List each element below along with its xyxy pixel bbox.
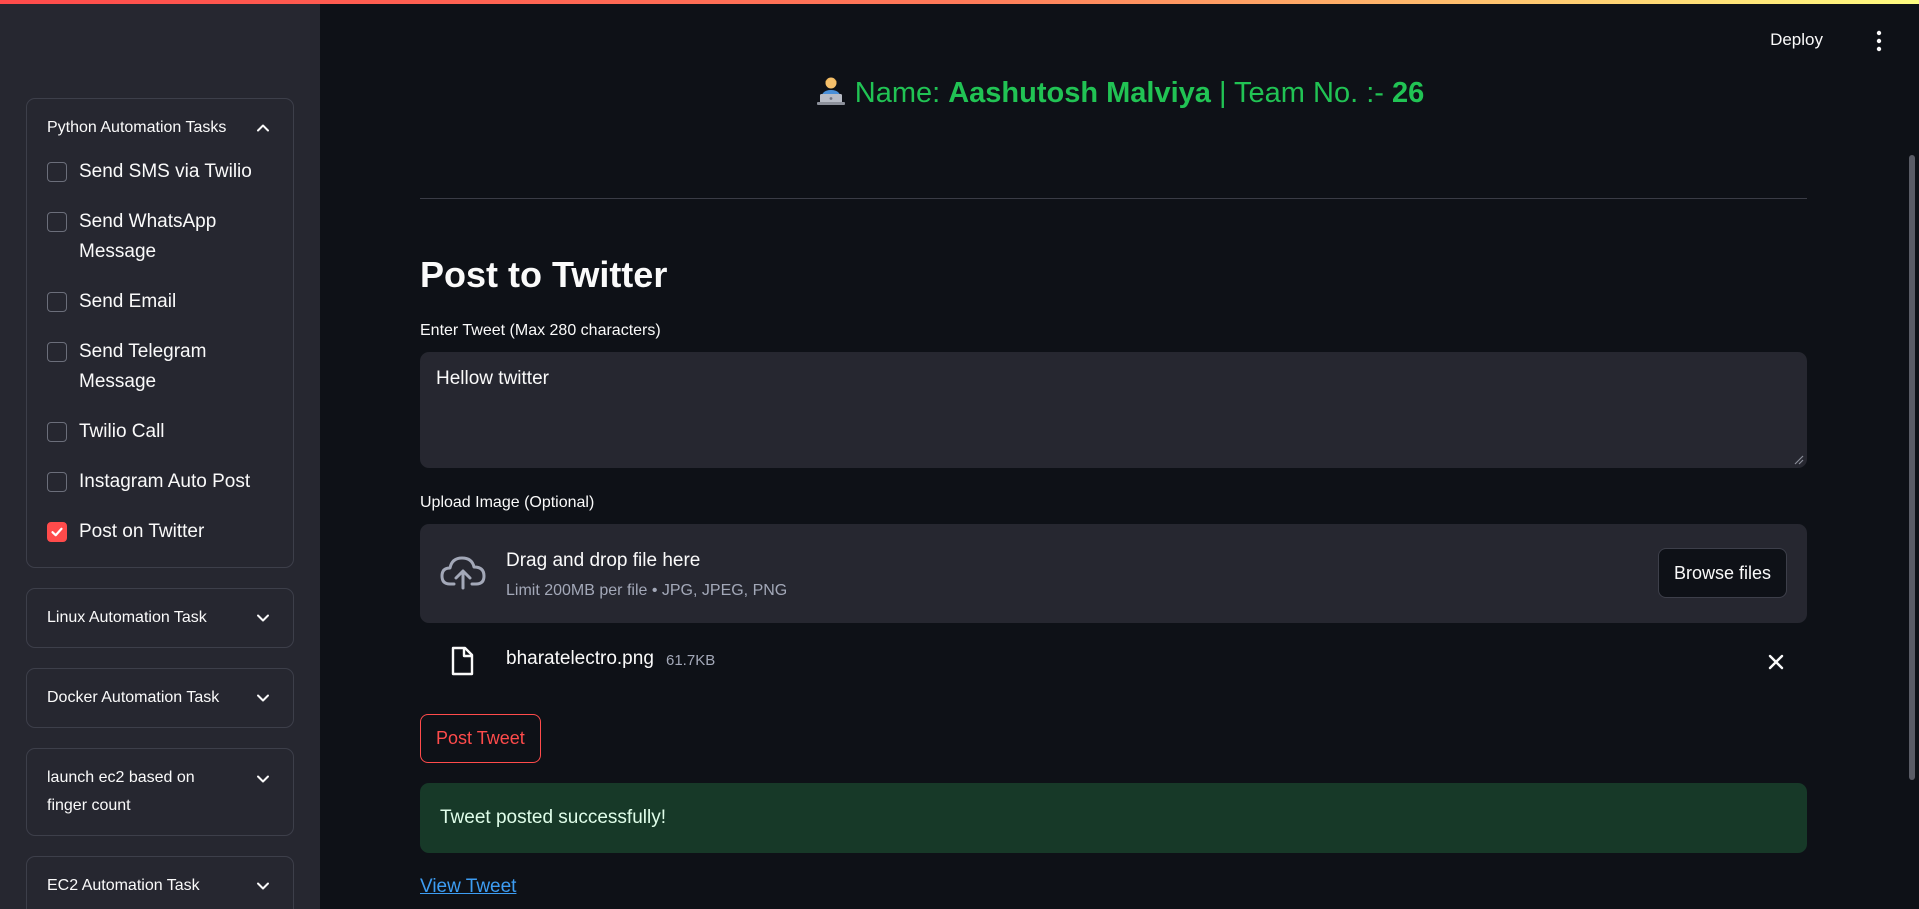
- file-name: bharatelectro.png: [506, 648, 654, 669]
- deploy-button[interactable]: Deploy: [1770, 30, 1823, 50]
- task-label: Send WhatsApp Message: [79, 211, 217, 262]
- main-content: Deploy Name: Aashutosh Malviya | Team No…: [320, 0, 1919, 909]
- task-list: Send SMS via Twilio Send WhatsApp Messag…: [27, 157, 293, 547]
- task-label: Post on Twitter: [79, 521, 205, 542]
- technologist-icon: [816, 77, 845, 105]
- tweet-value: Hellow twitter: [436, 368, 549, 389]
- cloud-upload-icon: [440, 556, 486, 590]
- page-title: Post to Twitter: [420, 254, 668, 295]
- expander-title: Python Automation Tasks: [47, 119, 227, 136]
- checkbox[interactable]: [47, 292, 67, 312]
- view-tweet-link[interactable]: View Tweet: [420, 876, 516, 898]
- expander-header[interactable]: launch ec2 based on finger count: [27, 749, 293, 835]
- expander-header[interactable]: Docker Automation Task: [27, 669, 293, 727]
- post-tweet-button[interactable]: Post Tweet: [420, 714, 541, 763]
- upload-label: Upload Image (Optional): [420, 494, 595, 511]
- task-post-twitter[interactable]: Post on Twitter: [47, 517, 273, 547]
- tweet-textarea[interactable]: Hellow twitter: [420, 352, 1807, 468]
- dropzone-title: Drag and drop file here: [506, 550, 701, 571]
- close-icon[interactable]: [1767, 653, 1785, 671]
- tweet-label: Enter Tweet (Max 280 characters): [420, 322, 661, 339]
- header-separator: | Team No. :-: [1210, 77, 1392, 109]
- expander-header[interactable]: EC2 Automation Task: [27, 857, 293, 909]
- chevron-down-icon: [257, 882, 269, 890]
- checkbox[interactable]: [47, 472, 67, 492]
- uploaded-file-row: bharatelectro.png 61.7KB: [420, 640, 1807, 684]
- task-send-whatsapp[interactable]: Send WhatsApp Message: [47, 207, 273, 267]
- task-label: Send Email: [79, 291, 177, 312]
- scrollbar[interactable]: [1909, 155, 1915, 780]
- divider: [420, 198, 1807, 199]
- task-twilio-call[interactable]: Twilio Call: [47, 417, 273, 447]
- task-instagram-post[interactable]: Instagram Auto Post: [47, 467, 273, 497]
- chevron-down-icon: [257, 694, 269, 702]
- sidebar: Python Automation Tasks Send SMS via Twi…: [0, 0, 320, 909]
- browse-files-button[interactable]: Browse files: [1657, 548, 1787, 598]
- chevron-down-icon: [257, 775, 269, 783]
- expander-python-automation: Python Automation Tasks Send SMS via Twi…: [26, 98, 294, 568]
- kebab-menu-icon[interactable]: [1875, 30, 1883, 52]
- checkbox[interactable]: [47, 212, 67, 232]
- expander-linux-automation[interactable]: Linux Automation Task: [26, 588, 294, 648]
- checkbox[interactable]: [47, 342, 67, 362]
- expander-header[interactable]: Python Automation Tasks: [27, 99, 293, 157]
- expander-title: Docker Automation Task: [47, 689, 220, 706]
- chevron-down-icon: [257, 614, 269, 622]
- expander-title: EC2 Automation Task: [47, 877, 200, 894]
- expander-docker-automation[interactable]: Docker Automation Task: [26, 668, 294, 728]
- success-message: Tweet posted successfully!: [440, 807, 666, 828]
- task-label: Twilio Call: [79, 421, 165, 442]
- expander-launch-ec2-finger[interactable]: launch ec2 based on finger count: [26, 748, 294, 836]
- success-alert: Tweet posted successfully!: [420, 783, 1807, 853]
- expander-header[interactable]: Linux Automation Task: [27, 589, 293, 647]
- header-prefix: Name:: [854, 77, 949, 109]
- task-send-sms[interactable]: Send SMS via Twilio: [47, 157, 273, 187]
- expander-title: Linux Automation Task: [47, 609, 207, 626]
- task-label: Send SMS via Twilio: [79, 161, 252, 182]
- page-header: Name: Aashutosh Malviya | Team No. :- 26: [320, 76, 1919, 110]
- member-name: Aashutosh Malviya: [948, 77, 1211, 109]
- checkbox[interactable]: [47, 162, 67, 182]
- checkbox-checked[interactable]: [47, 522, 67, 542]
- file-icon: [451, 646, 474, 676]
- task-send-email[interactable]: Send Email: [47, 287, 273, 317]
- dropzone-limits: Limit 200MB per file • JPG, JPEG, PNG: [506, 582, 788, 599]
- expander-ec2-automation[interactable]: EC2 Automation Task: [26, 856, 294, 909]
- expander-title: launch ec2 based on finger count: [47, 769, 195, 814]
- task-send-telegram[interactable]: Send Telegram Message: [47, 337, 273, 397]
- task-label: Instagram Auto Post: [79, 471, 251, 492]
- file-dropzone[interactable]: Drag and drop file here Limit 200MB per …: [420, 524, 1807, 623]
- file-size: 61.7KB: [666, 652, 716, 669]
- task-label: Send Telegram Message: [79, 341, 207, 392]
- top-accent-bar: [0, 0, 1919, 4]
- checkbox[interactable]: [47, 422, 67, 442]
- checkmark-icon: [51, 527, 63, 537]
- team-number: 26: [1391, 77, 1425, 109]
- resize-grip-icon[interactable]: [1794, 455, 1804, 465]
- chevron-up-icon: [257, 124, 269, 132]
